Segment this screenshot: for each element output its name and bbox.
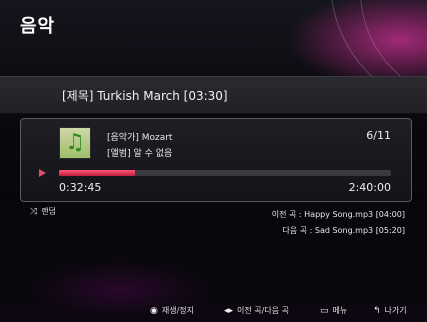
exit-label: 나가기 [384,306,407,315]
back-arrow-icon: ↰ [373,305,381,316]
shuffle-mode[interactable]: ⤨ 랜덤 [30,206,56,217]
footer-guide: ◉ 재생/정지 ◂▸ 이전 곡/다음 곡 ▭ 메뉴 ↰ 나가기 [0,296,427,322]
total-time: 2:40:00 [348,181,391,194]
progress-fill [59,170,136,176]
album-label: [앨범] 알 수 없음 [107,149,173,159]
artist-label: [음악가] Mozart [107,133,173,143]
page-title: 음악 [20,16,56,37]
play-indicator-icon [39,169,46,177]
ok-button-icon: ◉ [150,305,158,316]
menu-label: 메뉴 [332,306,348,315]
music-player-screen: 음악 [제목] Turkish March [03:30] ♫ [음악가] Mo… [0,0,427,322]
prev-next-label: 이전 곡/다음 곡 [237,306,289,315]
music-note-icon: ♫ [59,127,91,159]
play-stop-button[interactable]: ◉ 재생/정지 [150,305,194,316]
prev-next-button[interactable]: ◂▸ 이전 곡/다음 곡 [224,305,289,316]
elapsed-time: 0:32:45 [59,181,102,194]
shuffle-icon: ⤨ [30,206,38,217]
now-playing-panel: ♫ [음악가] Mozart [앨범] 알 수 없음 6/11 0:32:45 … [20,118,412,202]
next-track-info: 다음 곡 : Sad Song.mp3 [05:20] [282,226,405,235]
menu-icon: ▭ [320,305,329,316]
left-right-arrows-icon: ◂▸ [224,305,234,316]
play-stop-label: 재생/정지 [161,306,194,315]
shuffle-label: 랜덤 [41,207,56,216]
exit-button[interactable]: ↰ 나가기 [373,305,407,316]
previous-track-info: 이전 곡 : Happy Song.mp3 [04:00] [271,210,405,219]
track-title-bar: [제목] Turkish March [03:30] [0,76,427,114]
track-count: 6/11 [366,129,391,142]
track-title: [제목] Turkish March [03:30] [62,89,228,103]
progress-bar[interactable] [59,170,391,176]
menu-button[interactable]: ▭ 메뉴 [320,305,347,316]
header: 음악 [0,0,427,112]
